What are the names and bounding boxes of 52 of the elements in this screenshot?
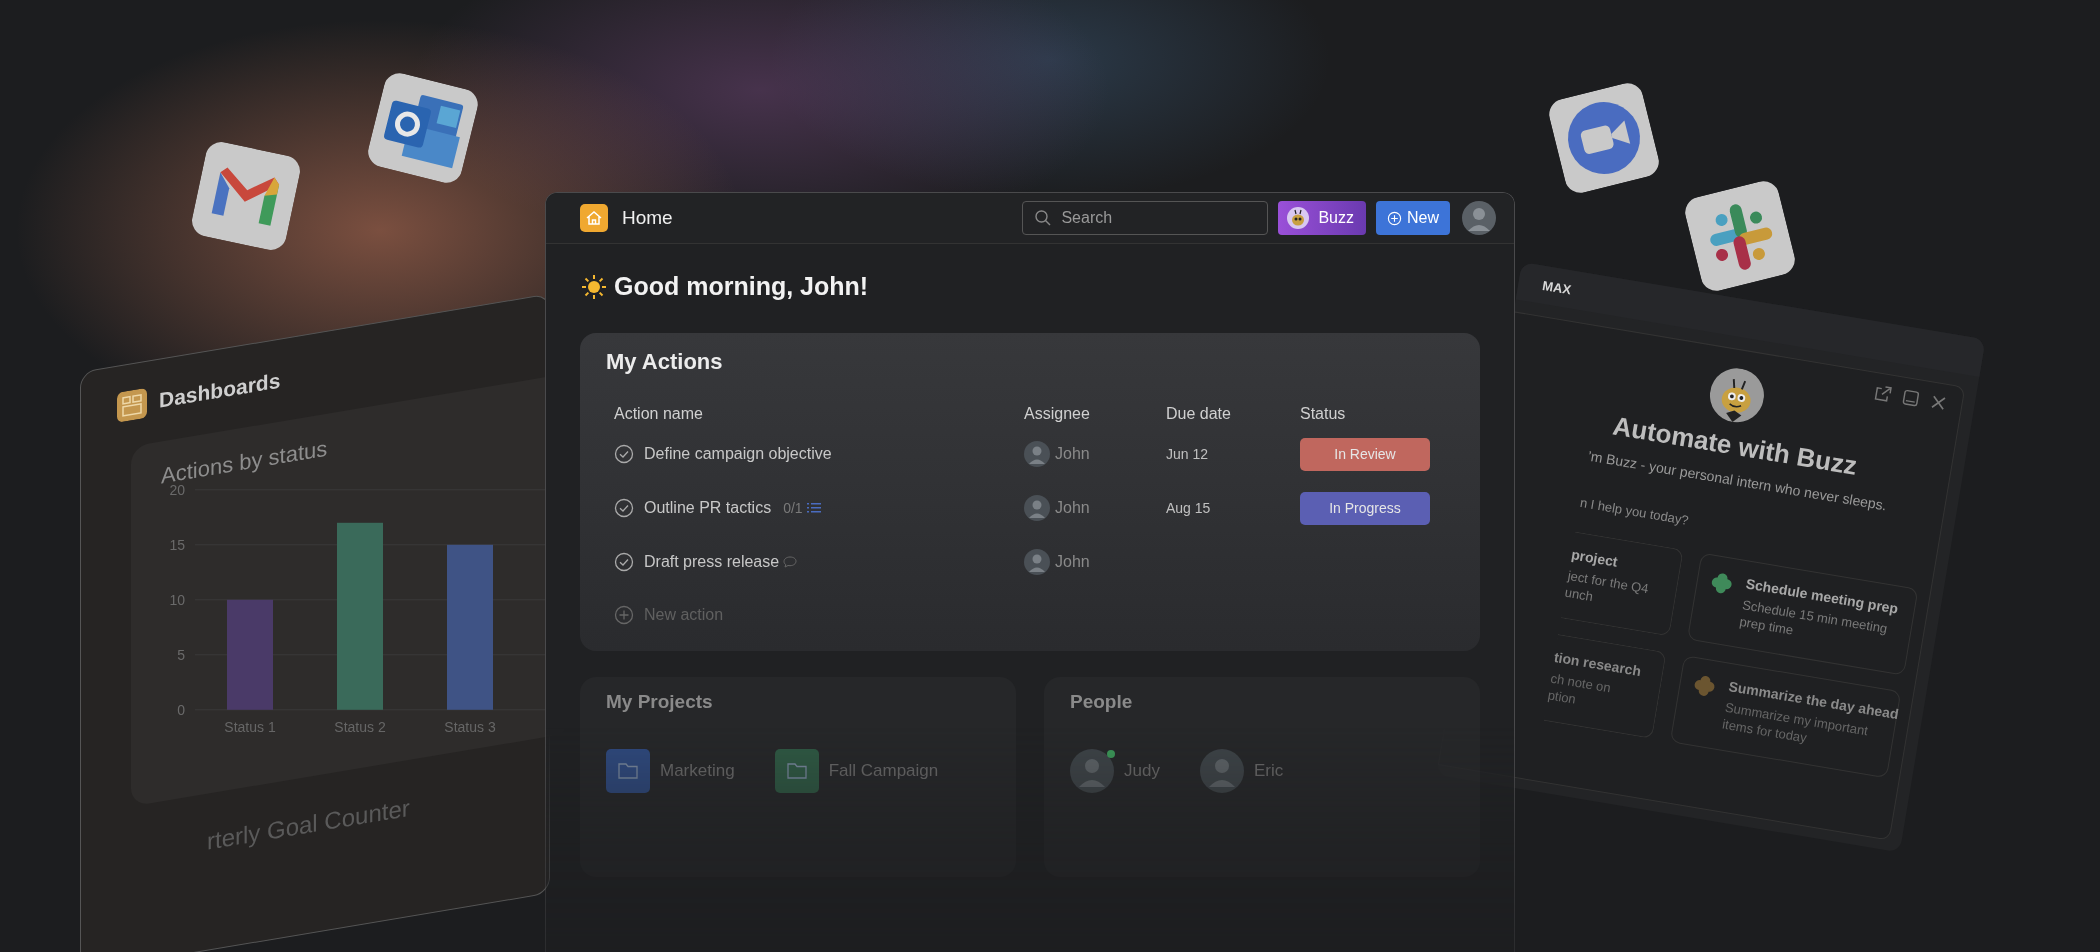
assignee-name: John [1055,553,1090,571]
axis-tick-label: 0 [177,701,185,718]
plus-circle-icon [614,605,634,625]
action-name[interactable]: Draft press release [644,553,780,571]
due-date: Aug 15 [1166,500,1211,516]
category-label: Status 3 [444,718,496,735]
greeting-heading: Good morning, John! [614,272,869,301]
axis-tick-label: 10 [169,591,185,608]
plus-circle-icon [1387,210,1402,226]
card-title: People [1070,691,1134,713]
column-header: Status [1300,405,1347,423]
card-title: My Actions [606,349,724,375]
new-button[interactable]: New [1376,201,1450,235]
person-avatar [1024,549,1050,575]
action-name[interactable]: Define campaign objective [644,445,832,463]
home-icon [580,204,608,232]
dashboards-title: Dashboards [159,368,281,413]
check-circle-icon[interactable] [614,444,634,464]
axis-tick-label: 20 [169,481,185,498]
axis-tick-label: 5 [177,646,185,663]
category-label: Status 2 [334,718,386,735]
due-date: Jun 12 [1166,446,1209,462]
assignee-name: John [1055,445,1090,463]
external-link-icon[interactable] [1872,383,1894,404]
search-icon [1034,209,1053,227]
person-avatar [1070,749,1114,793]
action-name[interactable]: Outline PR tactics [644,499,772,517]
column-header: Action name [614,405,704,423]
check-circle-icon[interactable] [614,498,634,518]
check-circle-icon[interactable] [614,552,634,572]
column-header: Assignee [1024,405,1091,423]
person-avatar [1024,495,1050,521]
brand-label: MAX [1541,277,1573,297]
page-title: Home [622,207,673,229]
category-label: Status 1 [224,718,276,735]
assistant-button[interactable]: Buzz [1278,201,1366,235]
status-badge[interactable]: In Review [1300,437,1430,471]
bee-icon [1286,206,1311,230]
column-header: Due date [1166,405,1232,423]
status-badge[interactable]: In Progress [1300,491,1430,525]
person-avatar [1024,441,1050,467]
assistant-prompt: n I help you today? [1578,495,1690,528]
subtask-count: 0/1 [783,500,803,516]
card-title: My Projects [606,691,714,713]
axis-tick-label: 15 [169,536,185,553]
dashboard-icon [117,387,147,423]
list-icon [806,502,821,514]
search-field[interactable]: Search [1022,201,1269,235]
minimize-icon[interactable] [1900,387,1922,409]
sun-icon [580,272,608,301]
assignee-name: John [1055,499,1090,517]
user-avatar[interactable] [1462,201,1496,235]
